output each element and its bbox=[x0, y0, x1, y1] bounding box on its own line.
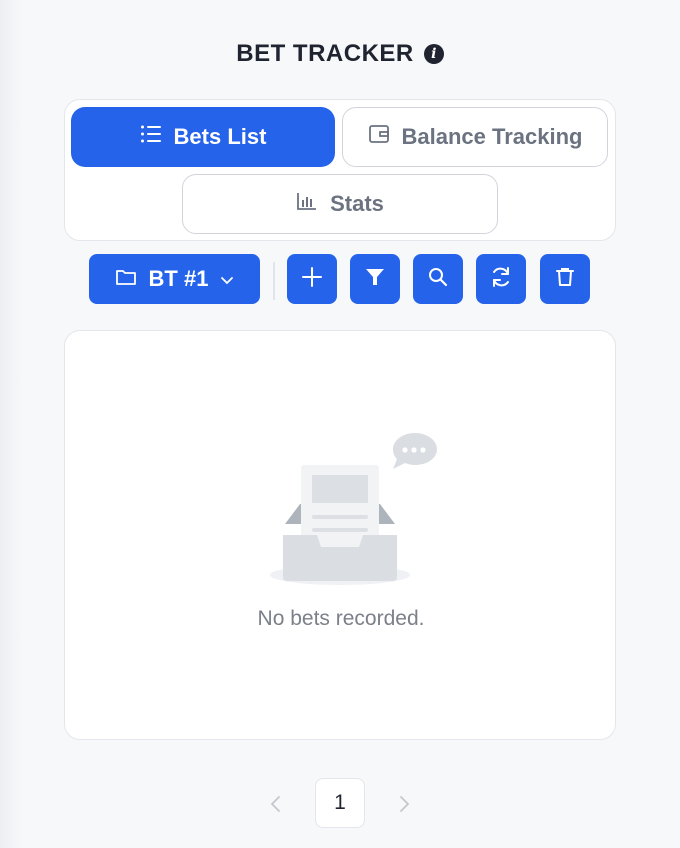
page-number-current[interactable]: 1 bbox=[315, 778, 365, 828]
chevron-down-icon bbox=[220, 266, 234, 292]
delete-button[interactable] bbox=[540, 254, 590, 304]
empty-inbox-icon bbox=[265, 429, 445, 594]
tracker-select-value: BT #1 bbox=[148, 266, 209, 291]
tracker-select[interactable]: BT #1 bbox=[89, 254, 260, 304]
filter-button[interactable] bbox=[350, 254, 400, 304]
bet-tracker-page: BET TRACKER i Bets List Balance Tracking… bbox=[0, 0, 680, 848]
pagination: 1 bbox=[0, 778, 680, 830]
toolbar: BT #1 bbox=[0, 254, 680, 304]
tab-label: Balance Tracking bbox=[401, 124, 583, 149]
bar-chart-icon bbox=[296, 191, 318, 217]
wallet-icon bbox=[368, 124, 390, 150]
add-bet-button[interactable] bbox=[287, 254, 337, 304]
tab-bets-list[interactable]: Bets List bbox=[71, 107, 335, 167]
search-icon bbox=[427, 266, 449, 293]
bets-list-panel: No bets recorded. bbox=[64, 330, 616, 740]
refresh-button[interactable] bbox=[476, 254, 526, 304]
empty-state-message: No bets recorded. bbox=[257, 607, 425, 630]
chevron-right-icon bbox=[390, 796, 418, 822]
refresh-icon bbox=[489, 265, 513, 294]
search-button[interactable] bbox=[413, 254, 463, 304]
add-icon bbox=[301, 266, 323, 293]
next-page-button[interactable] bbox=[390, 790, 418, 818]
view-tabs: Bets List Balance Tracking Stats bbox=[64, 99, 616, 241]
folder-icon bbox=[115, 266, 137, 292]
list-icon bbox=[140, 124, 162, 150]
header: BET TRACKER i bbox=[0, 36, 680, 72]
info-icon[interactable]: i bbox=[423, 44, 444, 64]
tab-label: Bets List bbox=[173, 124, 267, 149]
tab-balance-tracking[interactable]: Balance Tracking bbox=[342, 107, 608, 167]
toolbar-divider bbox=[273, 262, 275, 300]
filter-icon bbox=[364, 266, 386, 293]
prev-page-button[interactable] bbox=[262, 790, 290, 818]
tab-stats[interactable]: Stats bbox=[182, 174, 498, 234]
delete-icon bbox=[554, 266, 576, 293]
chevron-left-icon bbox=[262, 796, 290, 822]
page-title: BET TRACKER bbox=[236, 40, 414, 67]
tab-label: Stats bbox=[330, 191, 384, 216]
